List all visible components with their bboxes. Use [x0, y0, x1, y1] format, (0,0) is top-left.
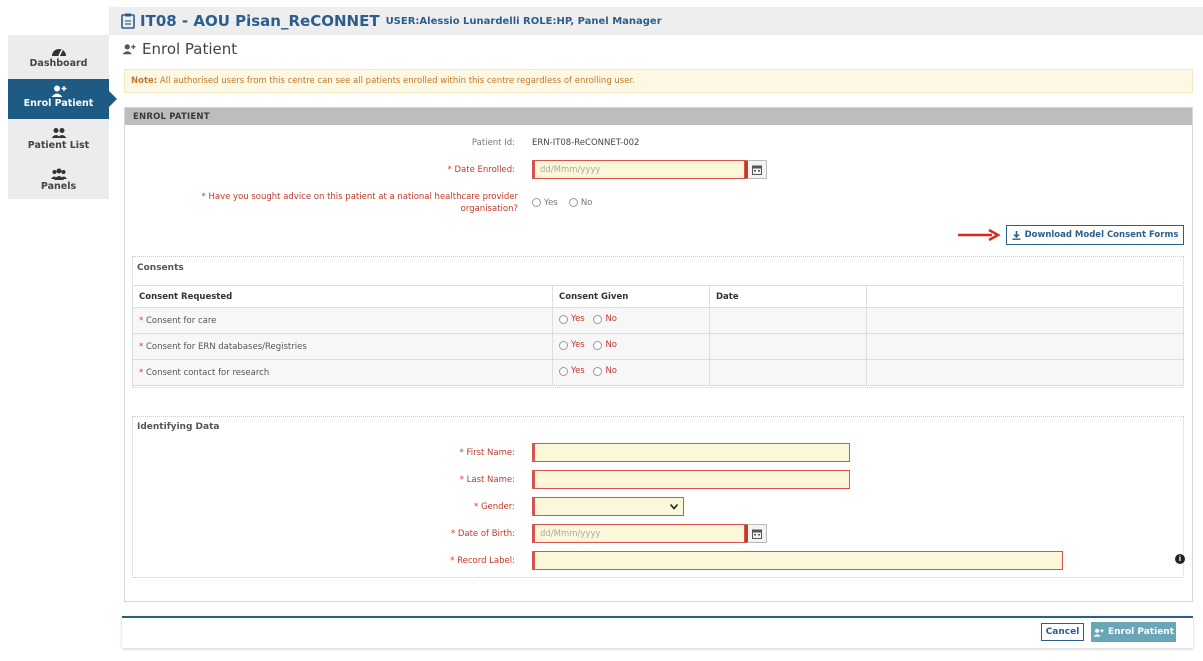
users-icon [51, 128, 66, 138]
advice-yes-radio[interactable]: Yes [532, 198, 558, 208]
info-icon[interactable]: i [1175, 554, 1185, 564]
consent-date-cell [709, 307, 867, 334]
chevron-down-icon [670, 504, 678, 510]
sidebar-item-panels[interactable]: Panels [8, 162, 109, 202]
page-title: Enrol Patient [122, 40, 237, 58]
sidebar-item-label: Patient List [27, 140, 90, 151]
advice-question-label: * Have you sought advice on this patient… [201, 192, 518, 214]
table-row: * Consent for ERN databases/Registries Y… [132, 333, 1184, 360]
enrol-patient-button[interactable]: Enrol Patient [1091, 622, 1176, 642]
clipboard-icon [121, 13, 135, 29]
user-plus-icon [122, 44, 136, 55]
sidebar: Dashboard Enrol Patient Patient List Pan… [8, 35, 117, 202]
gender-select[interactable] [532, 497, 684, 516]
consent-registries-no-radio[interactable]: No [593, 340, 617, 350]
consent-extra-cell [866, 359, 1184, 386]
column-header: Consent Requested [132, 285, 553, 308]
info-note: Note: All authorised users from this cen… [124, 69, 1193, 93]
record-label-input[interactable] [532, 551, 1063, 570]
page-title-text: Enrol Patient [142, 40, 238, 58]
advice-no-radio[interactable]: No [568, 198, 592, 208]
dob-label: * Date of Birth: [450, 529, 515, 539]
calendar-icon [752, 165, 762, 175]
last-name-input[interactable] [532, 470, 850, 489]
advice-radio-group: Yes No [532, 192, 598, 211]
sidebar-item-label: Enrol Patient [23, 98, 94, 109]
date-enrolled-input[interactable]: dd/Mmm/yyyy [532, 160, 745, 179]
consent-label: * Consent for ERN databases/Registries [132, 333, 553, 360]
app-title: IT08 - AOU Pisan_ReCONNET [140, 12, 380, 30]
consents-table: Consent Requested Consent Given Date * C… [132, 285, 1184, 386]
first-name-label: * First Name: [459, 448, 515, 458]
calendar-icon [752, 529, 762, 539]
consent-research-no-radio[interactable]: No [593, 366, 617, 376]
table-row: * Consent for care Yes No [132, 307, 1184, 334]
column-header: Consent Given [552, 285, 710, 308]
panel-heading: ENROL PATIENT [125, 108, 1192, 125]
download-consent-forms-button[interactable]: Download Model Consent Forms [1006, 225, 1184, 245]
consent-given-cell: Yes No [552, 359, 710, 386]
sidebar-item-dashboard[interactable]: Dashboard [8, 39, 109, 79]
record-label-label: * Record Label: [450, 556, 515, 566]
date-enrolled-label: * Date Enrolled: [447, 165, 515, 175]
sidebar-item-label: Panels [40, 181, 77, 192]
note-text: All authorised users from this centre ca… [159, 76, 635, 86]
consent-registries-yes-radio[interactable]: Yes [559, 340, 585, 350]
table-header-row: Consent Requested Consent Given Date [132, 285, 1184, 308]
note-label: Note: [131, 76, 158, 86]
consent-extra-cell [866, 333, 1184, 360]
consent-extra-cell [866, 307, 1184, 334]
download-icon [1012, 230, 1021, 240]
dob-calendar-button[interactable] [745, 524, 767, 543]
consent-given-cell: Yes No [552, 333, 710, 360]
date-enrolled-calendar-button[interactable] [745, 160, 767, 179]
cancel-button[interactable]: Cancel [1041, 623, 1084, 641]
sidebar-item-patient-list[interactable]: Patient List [8, 121, 109, 161]
app-header: IT08 - AOU Pisan_ReCONNET USER:Alessio L… [109, 7, 1203, 35]
dashboard-icon [51, 49, 66, 57]
consent-label: * Consent contact for research [132, 359, 553, 386]
first-name-input[interactable] [532, 443, 850, 462]
column-header: Date [709, 285, 867, 308]
last-name-label: * Last Name: [459, 475, 515, 485]
patient-id-label: Patient Id: [471, 138, 515, 148]
user-plus-icon [1093, 628, 1104, 637]
consent-given-cell: Yes No [552, 307, 710, 334]
table-row: * Consent contact for research Yes No [132, 359, 1184, 386]
consent-care-yes-radio[interactable]: Yes [559, 314, 585, 324]
sidebar-item-label: Dashboard [29, 58, 88, 69]
patient-id-value: ERN-IT08-ReCONNET-002 [532, 138, 640, 148]
consent-care-no-radio[interactable]: No [593, 314, 617, 324]
consents-title: Consents [137, 263, 184, 273]
form-footer [122, 616, 1193, 648]
identifying-data-title: Identifying Data [137, 422, 220, 432]
enrol-button-label: Enrol Patient [1107, 627, 1175, 637]
column-header [866, 285, 1184, 308]
sidebar-item-enrol-patient[interactable]: Enrol Patient [8, 79, 117, 119]
gender-label: * Gender: [474, 502, 515, 512]
user-plus-icon [51, 85, 66, 97]
user-role-meta: USER:Alessio Lunardelli ROLE:HP, Panel M… [385, 15, 662, 27]
consent-date-cell [709, 333, 867, 360]
download-button-label: Download Model Consent Forms [1024, 230, 1179, 240]
red-arrow-icon [958, 229, 1000, 241]
consent-label: * Consent for care [132, 307, 553, 334]
dob-input[interactable]: dd/Mmm/yyyy [532, 524, 745, 543]
consent-date-cell [709, 359, 867, 386]
consent-research-yes-radio[interactable]: Yes [559, 366, 585, 376]
group-icon [50, 168, 67, 180]
